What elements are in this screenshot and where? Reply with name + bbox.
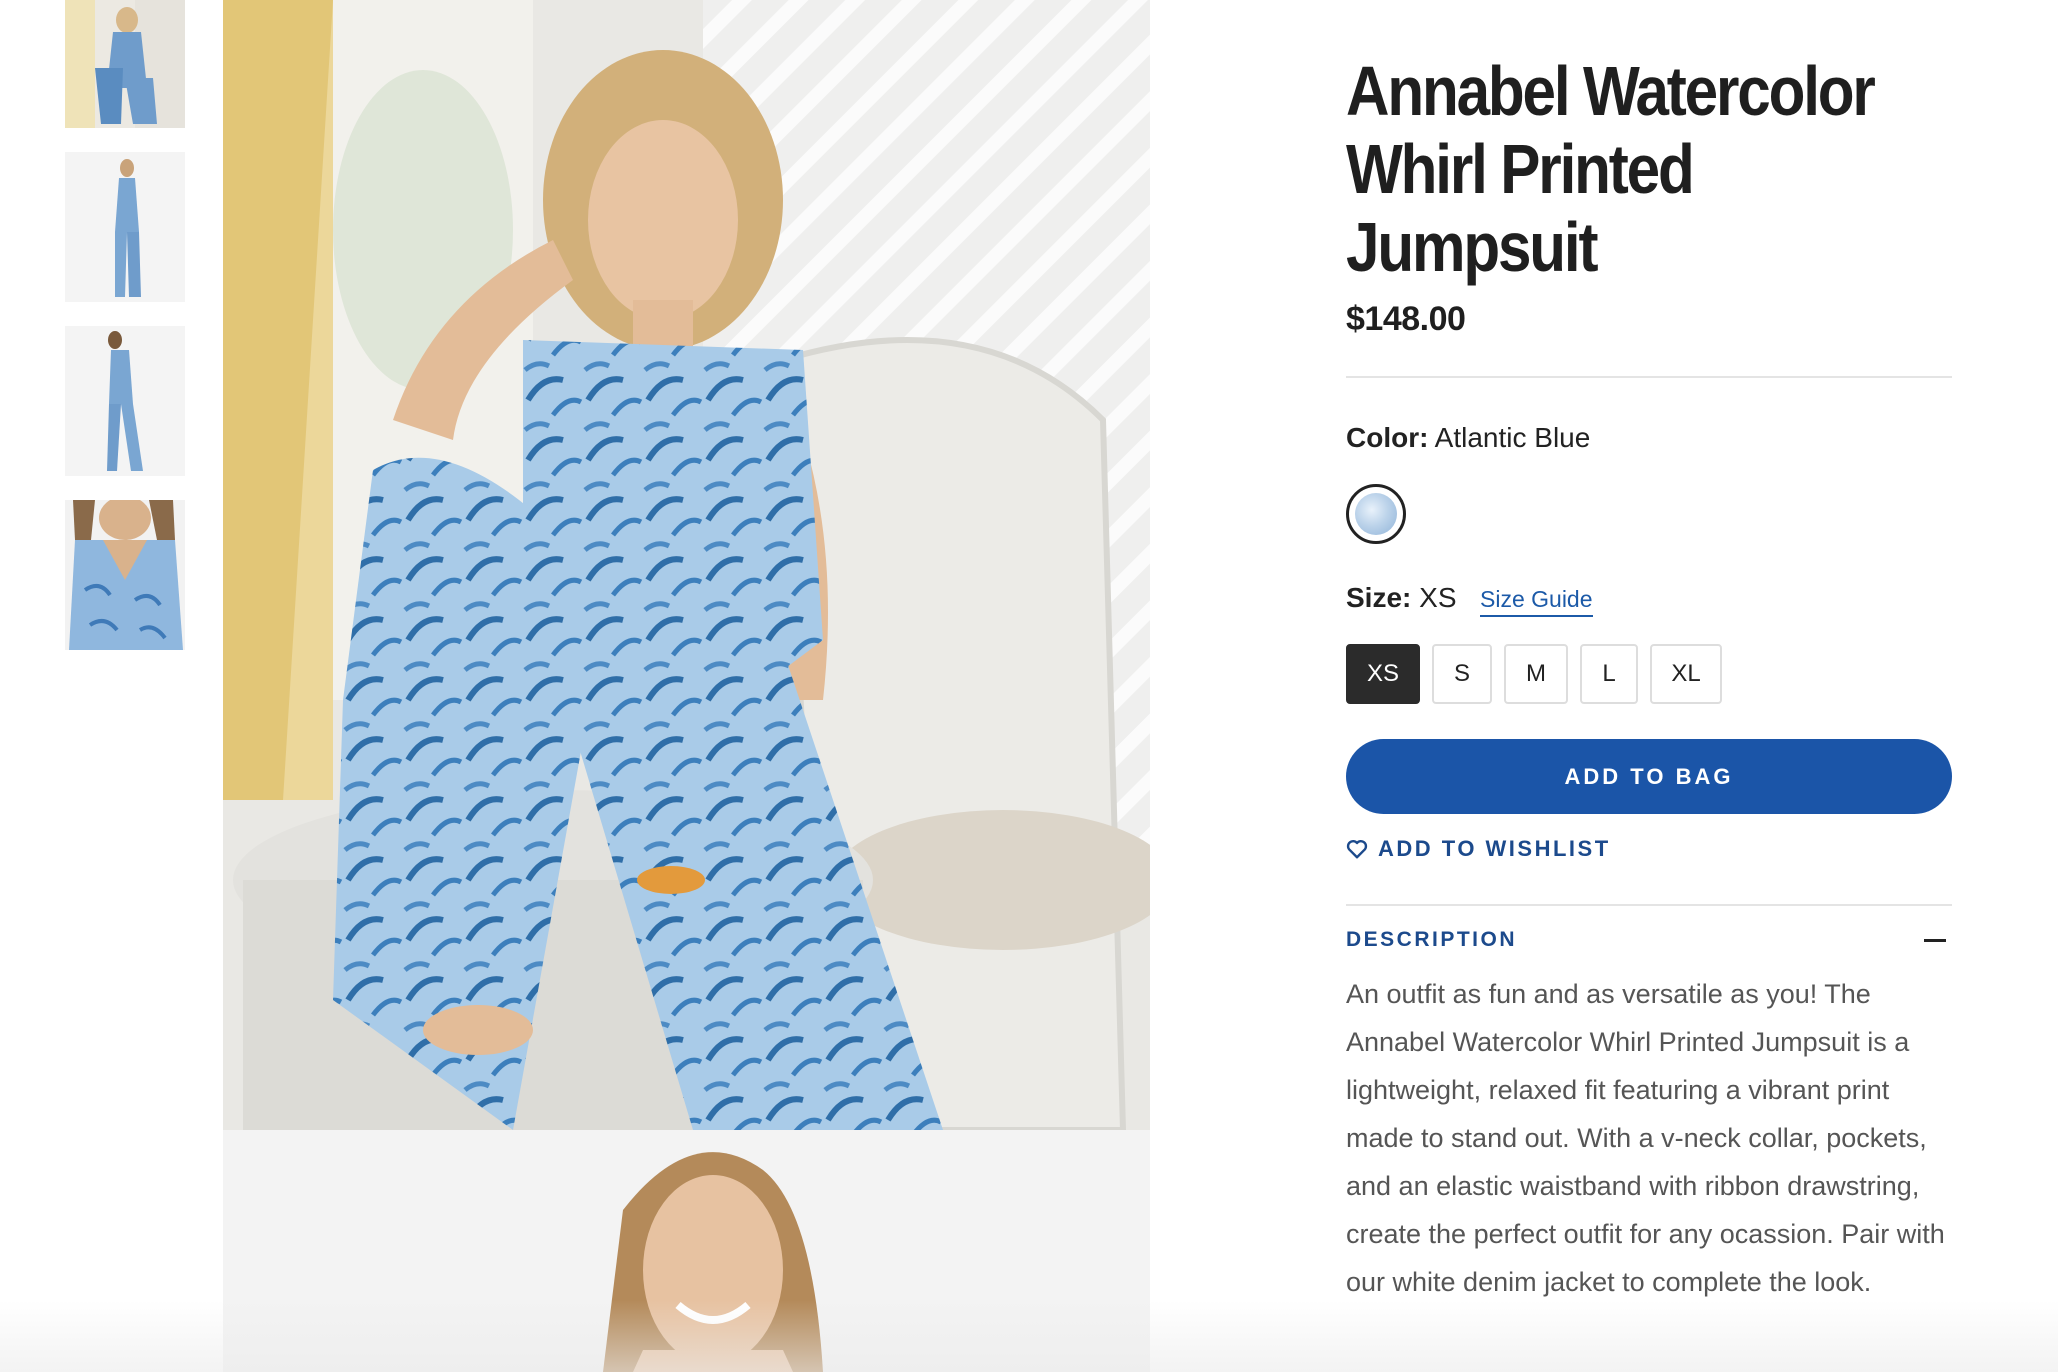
- color-value: Atlantic Blue: [1434, 422, 1591, 453]
- color-selector-label: Color: Atlantic Blue: [1346, 422, 1590, 454]
- minus-icon[interactable]: [1924, 939, 1946, 942]
- thumbnail-4-image: [65, 500, 185, 650]
- thumbnail-4[interactable]: [65, 500, 185, 650]
- heart-outline-icon: [1346, 840, 1368, 859]
- color-label: Color:: [1346, 422, 1429, 453]
- thumbnail-3-image: [65, 326, 185, 476]
- size-option-xs[interactable]: XS: [1346, 644, 1420, 704]
- divider: [1346, 376, 1952, 378]
- size-label: Size:: [1346, 582, 1412, 613]
- description-heading: DESCRIPTION: [1346, 928, 1518, 951]
- thumbnail-1[interactable]: [65, 0, 185, 128]
- secondary-product-image[interactable]: [223, 1130, 1150, 1372]
- size-option-s[interactable]: S: [1432, 644, 1492, 704]
- product-title: Annabel Watercolor Whirl Printed Jumpsui…: [1346, 52, 1876, 286]
- description-text: An outfit as fun and as versatile as you…: [1346, 979, 1945, 1297]
- wishlist-label: ADD TO WISHLIST: [1378, 836, 1611, 861]
- description-accordion-header[interactable]: DESCRIPTION: [1346, 926, 1952, 956]
- size-selector-label: Size: XS: [1346, 582, 1457, 614]
- size-option-xl[interactable]: XL: [1650, 644, 1722, 704]
- divider: [1346, 904, 1952, 906]
- add-to-bag-button[interactable]: ADD TO BAG: [1346, 739, 1952, 814]
- thumbnail-1-image: [65, 0, 185, 128]
- thumbnail-2-image: [65, 152, 185, 302]
- product-price: $148.00: [1346, 300, 1466, 338]
- size-value: XS: [1419, 582, 1457, 613]
- color-swatch-atlantic-blue[interactable]: [1346, 484, 1406, 544]
- swatch-fill: [1355, 493, 1397, 535]
- thumbnail-3[interactable]: [65, 326, 185, 476]
- size-option-l[interactable]: L: [1580, 644, 1638, 704]
- secondary-product-photo: [223, 1130, 1150, 1372]
- size-guide-link[interactable]: Size Guide: [1480, 586, 1593, 617]
- thumbnail-2[interactable]: [65, 152, 185, 302]
- main-product-image[interactable]: [223, 0, 1150, 1130]
- size-option-m[interactable]: M: [1504, 644, 1568, 704]
- main-product-photo: [223, 0, 1150, 1130]
- add-to-wishlist-button[interactable]: ADD TO WISHLIST: [1346, 836, 1611, 862]
